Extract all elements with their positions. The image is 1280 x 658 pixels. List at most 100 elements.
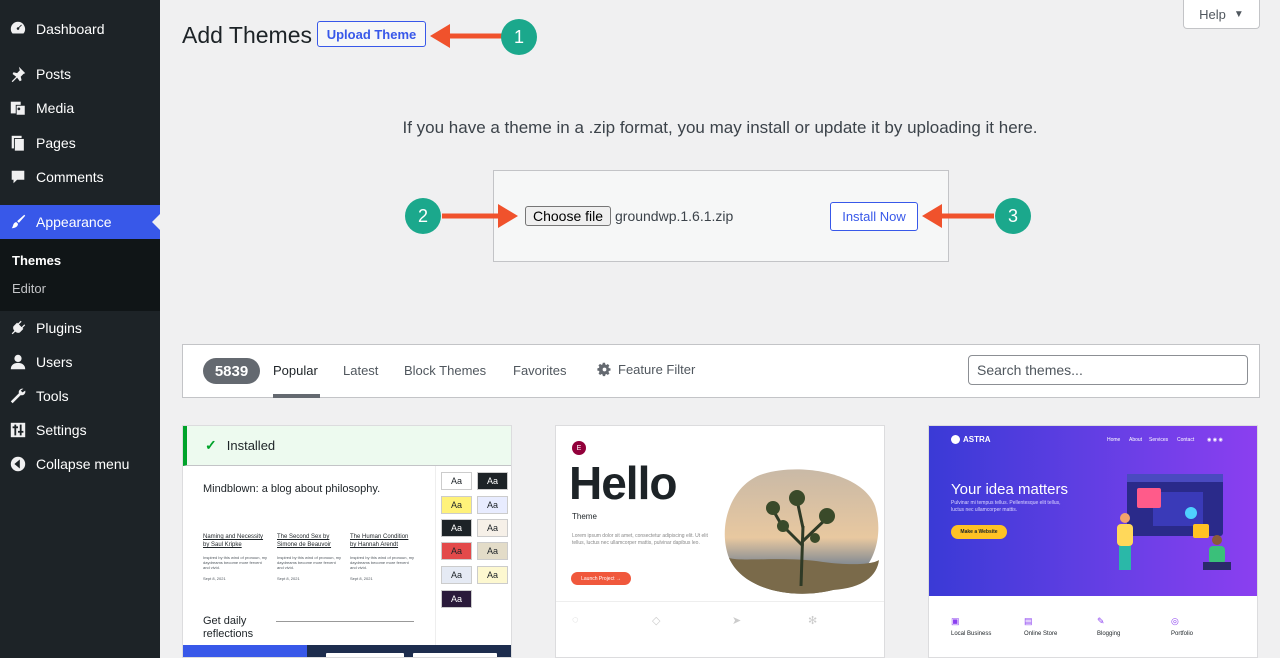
sidebar-item-collapse[interactable]: Collapse menu [0, 447, 160, 481]
sidebar-item-tools[interactable]: Tools [0, 379, 160, 413]
preview-divider [276, 621, 414, 622]
astra-nav-services: Services [1149, 437, 1169, 443]
preview-post-title: The Second Sex by Simone de Beauvoir [277, 534, 332, 548]
diamond-icon: ◇ [652, 615, 661, 627]
sidebar-item-dashboard[interactable]: Dashboard [0, 12, 160, 46]
paintbrush-icon [0, 213, 36, 231]
theme-preview-title: Mindblown: a blog about philosophy. [203, 483, 381, 495]
sidebar-item-pages[interactable]: Pages [0, 126, 160, 160]
submenu-item-themes[interactable]: Themes [12, 253, 61, 268]
hello-cta-button: Launch Project → [571, 572, 631, 585]
style-swatch: Aa [441, 566, 472, 584]
theme-card-astra[interactable]: ASTRA Home About Services Contact ◉ ◉ ◉ … [928, 425, 1258, 658]
wrench-icon [0, 387, 36, 405]
feature-filter-button[interactable]: Feature Filter [597, 362, 695, 377]
style-swatch: Aa [441, 590, 472, 608]
sidebar-item-settings[interactable]: Settings [0, 413, 160, 447]
user-icon [0, 353, 36, 371]
gear-icon [597, 362, 611, 377]
astra-cta-button: Make a Website [951, 525, 1007, 539]
help-button[interactable]: Help ▼ [1183, 0, 1260, 29]
style-swatch: Aa [441, 542, 472, 560]
astra-nav-about: About [1129, 437, 1143, 443]
style-swatch: Aa [441, 472, 472, 490]
preview-post-2: The Second Sex by Simone de Beauvoir Ins… [277, 533, 343, 581]
upload-theme-button[interactable]: Upload Theme [317, 21, 426, 47]
sidebar-item-plugins[interactable]: Plugins [0, 311, 160, 345]
sidebar-label: Users [36, 354, 73, 370]
sidebar-item-users[interactable]: Users [0, 345, 160, 379]
theme-card-hello[interactable]: E Hello Theme Lorem ipsum dolor sit amet… [555, 425, 885, 658]
installed-banner: ✓ Installed [183, 426, 511, 466]
tab-popular[interactable]: Popular [273, 363, 318, 378]
astra-nav-home: Home [1107, 437, 1121, 443]
astra-illustration [1117, 474, 1231, 570]
style-swatch: Aa [477, 566, 508, 584]
sidebar-label: Plugins [36, 320, 82, 336]
dashboard-icon [0, 20, 36, 38]
astra-feature-online-store: ▤ Online Store [1024, 616, 1057, 637]
choose-file-button[interactable]: Choose file [525, 206, 611, 226]
astra-heading: Your idea matters [951, 481, 1069, 498]
annotation-arrow-1 [430, 24, 502, 48]
astra-text: Pulvinar mi tempus tellus. Pellentesque … [951, 500, 1061, 513]
hello-heading: Hello [569, 457, 677, 509]
active-tab-indicator [273, 394, 320, 398]
astra-feature-blogging: ✎ Blogging [1097, 616, 1120, 637]
paper-plane-icon: ➤ [732, 615, 742, 627]
sidebar-label: Appearance [36, 214, 112, 230]
astra-logo: ASTRA [951, 435, 991, 444]
sidebar-item-comments[interactable]: Comments [0, 160, 160, 194]
store-icon: ▣ [951, 616, 960, 626]
feature-label: Local Business [951, 631, 992, 637]
astra-hero: ASTRA Home About Services Contact ◉ ◉ ◉ … [929, 426, 1257, 596]
preview-post-1: Naming and Necessity by Saul Kripke Insp… [203, 533, 269, 581]
help-label: Help [1199, 6, 1226, 22]
sidebar-label: Collapse menu [36, 456, 130, 472]
sidebar-item-appearance[interactable]: Appearance [0, 205, 160, 239]
admin-sidebar: Dashboard Posts Media Pages Comments App… [0, 0, 160, 658]
theme-filter-bar: 5839 Popular Latest Block Themes Favorit… [182, 344, 1260, 398]
collapse-icon [0, 455, 36, 473]
pages-icon [0, 134, 36, 152]
selected-file-name: groundwp.1.6.1.zip [615, 208, 734, 224]
social-icons: ◉ ◉ ◉ [1207, 437, 1223, 443]
install-now-button[interactable]: Install Now [830, 202, 918, 231]
sidebar-item-media[interactable]: Media [0, 91, 160, 125]
page-title: Add Themes [182, 22, 312, 48]
shop-icon: ▤ [1024, 616, 1033, 626]
astra-logo-icon [951, 435, 960, 444]
sidebar-label: Tools [36, 388, 69, 404]
style-swatch: Aa [441, 496, 472, 514]
search-themes-input[interactable] [968, 355, 1248, 385]
feature-label: Portfolio [1171, 631, 1194, 637]
preview-post-text: Inspired by this wind of pronoun, my day… [277, 555, 342, 570]
sidebar-label: Comments [36, 169, 104, 185]
preview-post-title: The Human Condition by Hannah Arendt [350, 534, 409, 548]
annotation-badge-2: 2 [405, 198, 441, 234]
pen-icon: ✎ [1097, 616, 1105, 626]
lightbulb-icon: ◌ [572, 614, 579, 626]
portfolio-icon: ◎ [1171, 616, 1179, 626]
preview-post-date: Sept 8, 2021 [350, 576, 373, 581]
sidebar-item-posts[interactable]: Posts [0, 57, 160, 91]
caret-down-icon: ▼ [1233, 8, 1244, 20]
submenu-item-editor[interactable]: Editor [12, 281, 46, 296]
astra-feature-local-business: ▣ Local Business [951, 616, 991, 637]
sidebar-label: Media [36, 100, 75, 116]
hello-features-row: ◌ ◇ ➤ ✻ [556, 601, 884, 657]
tab-latest[interactable]: Latest [343, 363, 378, 378]
hello-subheading: Theme [572, 512, 597, 521]
tab-favorites[interactable]: Favorites [513, 363, 566, 378]
sidebar-label: Pages [36, 135, 76, 151]
hello-text: Lorem ipsum dolor sit amet, consectetur … [572, 533, 708, 546]
preview-footer-button [326, 653, 404, 657]
preview-footer-button [413, 653, 497, 657]
annotation-badge-1: 1 [501, 19, 537, 55]
astra-nav-contact: Contact [1177, 437, 1195, 443]
sidebar-label: Dashboard [36, 21, 105, 37]
annotation-badge-3: 3 [995, 198, 1031, 234]
theme-card-installed[interactable]: ✓ Installed Mindblown: a blog about phil… [182, 425, 512, 658]
sidebar-label: Posts [36, 66, 72, 82]
tab-block-themes[interactable]: Block Themes [404, 363, 486, 378]
